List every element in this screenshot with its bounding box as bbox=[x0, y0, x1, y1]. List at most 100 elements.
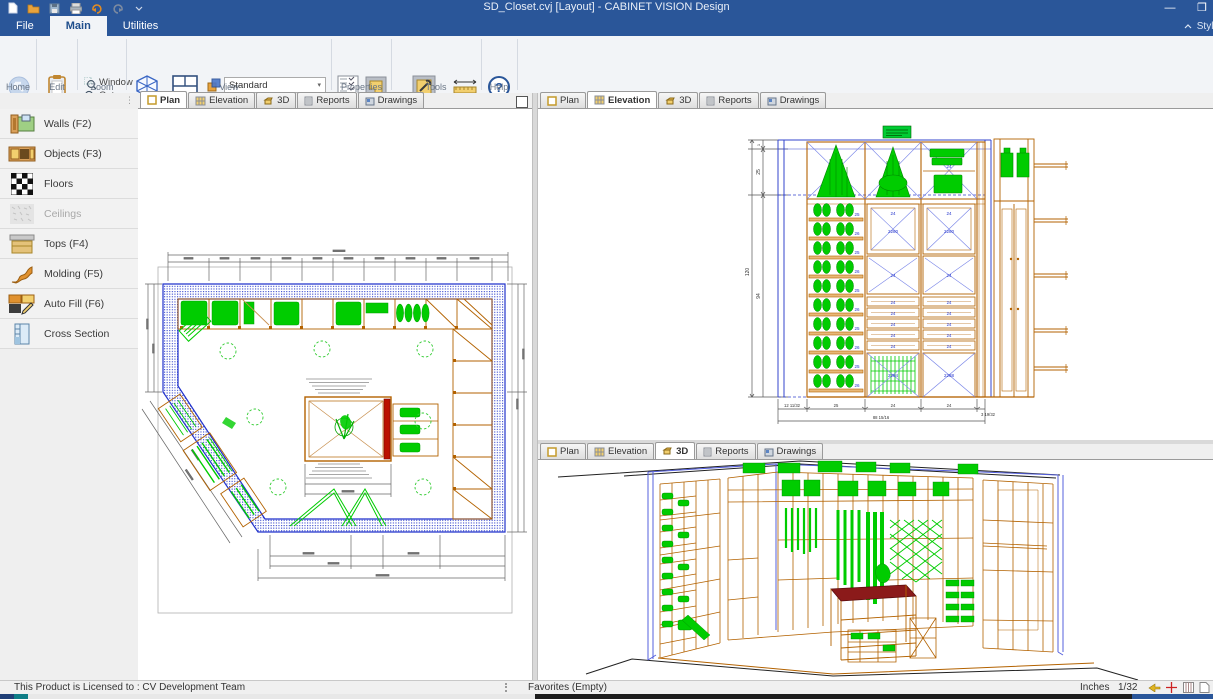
svg-text:25: 25 bbox=[854, 288, 860, 293]
elevation-viewport-tab-drawings[interactable]: Drawings bbox=[760, 92, 827, 108]
elevation-canvas-area: 120 1 25 94 bbox=[538, 109, 1213, 440]
drawings-icon bbox=[365, 96, 375, 106]
plan-canvas[interactable] bbox=[138, 109, 532, 681]
ribbon-tab-file[interactable]: File bbox=[0, 16, 50, 36]
page-tool-icon[interactable] bbox=[1199, 682, 1210, 693]
svg-text:25: 25 bbox=[854, 212, 860, 217]
plan-viewport-tab-reports[interactable]: Reports bbox=[297, 92, 356, 108]
svg-text:25: 25 bbox=[854, 364, 860, 369]
sidebar-item-cross-section[interactable]: Cross Section bbox=[0, 319, 138, 349]
group-label-edit: Edit bbox=[37, 82, 77, 92]
sidebar-item-molding[interactable]: Molding (F5) bbox=[0, 259, 138, 289]
plan-viewport-tabs: Plan Elevation 3D Reports Drawings bbox=[138, 93, 532, 109]
svg-text:24: 24 bbox=[947, 403, 952, 408]
collapse-ribbon-icon[interactable] bbox=[1184, 23, 1192, 29]
elevation-viewport-tab-elevation[interactable]: Elevation bbox=[587, 91, 657, 108]
svg-text:24: 24 bbox=[891, 344, 896, 349]
plan-viewport-tab-plan[interactable]: Plan bbox=[140, 91, 187, 108]
group-label-help: Help bbox=[482, 82, 516, 92]
elevation-viewport-tabs: Plan Elevation 3D Reports Drawings bbox=[538, 93, 1213, 109]
plan-viewport: Plan Elevation 3D Reports Drawings bbox=[138, 93, 532, 681]
svg-text:24: 24 bbox=[947, 300, 952, 305]
sidebar-item-objects[interactable]: Objects (F3) bbox=[0, 139, 138, 169]
elevation-bay-b: 24 2280 24 24 24 24 24 24 bbox=[867, 204, 919, 397]
scale-indicator[interactable]: 1/32 bbox=[1118, 682, 1137, 693]
group-label-properties: Properties bbox=[332, 82, 391, 92]
molding-icon bbox=[8, 263, 36, 285]
elevation-icon bbox=[594, 447, 605, 457]
minimize-button[interactable]: — bbox=[1161, 0, 1179, 15]
svg-text:94: 94 bbox=[756, 293, 762, 299]
elevation-viewport-tab-3d[interactable]: 3D bbox=[658, 92, 698, 108]
three-d-viewport-tab-drawings[interactable]: Drawings bbox=[757, 443, 824, 459]
elevation-viewport-tab-reports[interactable]: Reports bbox=[699, 92, 758, 108]
grid-tool-icon[interactable] bbox=[1183, 682, 1194, 693]
style-button[interactable]: Style bbox=[1197, 21, 1213, 32]
title-bar: SD_Closet.cvj [Layout] - CABINET VISION … bbox=[0, 0, 1213, 16]
svg-text:26: 26 bbox=[854, 231, 860, 236]
objects-icon bbox=[8, 143, 36, 165]
svg-text:24: 24 bbox=[891, 311, 896, 316]
svg-text:26: 26 bbox=[854, 269, 860, 274]
elevation-dimensions-bottom bbox=[778, 399, 985, 424]
auto-fill-icon bbox=[8, 293, 36, 315]
elevation-dim-text-bottom: 12 11/32 25 24 24 3 19/32 88 15/16 bbox=[784, 403, 996, 420]
tool-palette-sidebar: ⋮ Walls (F2) Objects (F3) Floors Ceiling… bbox=[0, 93, 139, 681]
svg-text:24: 24 bbox=[946, 164, 952, 169]
ribbon-tab-utilities[interactable]: Utilities bbox=[107, 16, 174, 36]
plan-light-fixtures bbox=[220, 341, 433, 495]
crosshair-tool-icon[interactable] bbox=[1166, 682, 1177, 693]
three-d-canvas-area bbox=[538, 460, 1213, 681]
three-d-icon bbox=[263, 96, 274, 106]
window-title: SD_Closet.cvj [Layout] - CABINET VISION … bbox=[0, 1, 1213, 13]
elevation-viewport-tab-plan[interactable]: Plan bbox=[540, 92, 586, 108]
walls-icon bbox=[8, 113, 36, 135]
plan-top-cabinets bbox=[178, 299, 492, 329]
three-d-canvas[interactable] bbox=[538, 460, 1213, 681]
maximize-viewport-button[interactable] bbox=[516, 96, 528, 108]
sidebar-item-floors[interactable]: Floors bbox=[0, 169, 138, 199]
svg-text:24: 24 bbox=[891, 403, 896, 408]
svg-text:25: 25 bbox=[756, 169, 762, 175]
elevation-canvas[interactable]: 120 1 25 94 bbox=[538, 109, 1213, 440]
sidebar-item-ceilings[interactable]: Ceilings bbox=[0, 199, 138, 229]
restore-button[interactable]: ❐ bbox=[1193, 0, 1211, 15]
sidebar-grip[interactable]: ⋮ bbox=[125, 95, 134, 106]
elevation-bay-c: 24 2280 24 24 24 24 24 24 2288 bbox=[923, 204, 975, 397]
sidebar-item-tops[interactable]: Tops (F4) bbox=[0, 229, 138, 259]
favorites-text[interactable]: Favorites (Empty) bbox=[528, 682, 607, 693]
elevation-dimensions-left bbox=[748, 140, 788, 397]
three-d-viewport-tab-elevation[interactable]: Elevation bbox=[587, 443, 654, 459]
svg-text:24: 24 bbox=[890, 273, 896, 278]
units-indicator[interactable]: Inches bbox=[1080, 682, 1109, 693]
three-d-icon bbox=[665, 96, 676, 106]
license-text: This Product is Licensed to : CV Develop… bbox=[14, 682, 245, 693]
three-d-viewport-tab-3d[interactable]: 3D bbox=[655, 442, 695, 459]
ribbon-tab-main[interactable]: Main bbox=[50, 16, 107, 36]
status-bar: This Product is Licensed to : CV Develop… bbox=[0, 680, 1213, 694]
svg-text:24: 24 bbox=[947, 322, 952, 327]
drawings-icon bbox=[767, 96, 777, 106]
svg-text:25: 25 bbox=[854, 250, 860, 255]
svg-text:24: 24 bbox=[891, 300, 896, 305]
application-window: SD_Closet.cvj [Layout] - CABINET VISION … bbox=[0, 0, 1213, 699]
pan-tool-icon[interactable] bbox=[1148, 683, 1161, 692]
plan-viewport-tab-drawings[interactable]: Drawings bbox=[358, 92, 425, 108]
plan-viewport-tab-3d[interactable]: 3D bbox=[256, 92, 296, 108]
sidebar-item-walls[interactable]: Walls (F2) bbox=[0, 109, 138, 139]
back-cabinets-3d bbox=[728, 461, 978, 640]
sidebar-item-auto-fill[interactable]: Auto Fill (F6) bbox=[0, 289, 138, 319]
plan-viewport-tab-elevation[interactable]: Elevation bbox=[188, 92, 255, 108]
svg-text:24: 24 bbox=[947, 311, 952, 316]
svg-text:26: 26 bbox=[854, 345, 860, 350]
group-label-home: Home bbox=[0, 82, 36, 92]
three-d-viewport-tab-plan[interactable]: Plan bbox=[540, 443, 586, 459]
svg-text:24: 24 bbox=[891, 322, 896, 327]
elevation-label-box bbox=[883, 126, 911, 138]
three-d-viewport-tab-reports[interactable]: Reports bbox=[696, 443, 755, 459]
svg-text:26: 26 bbox=[854, 307, 860, 312]
svg-text:2280: 2280 bbox=[888, 229, 899, 234]
left-cabinets-3d bbox=[660, 479, 720, 658]
reports-icon bbox=[706, 96, 715, 106]
taskbar-strip bbox=[0, 694, 1213, 699]
